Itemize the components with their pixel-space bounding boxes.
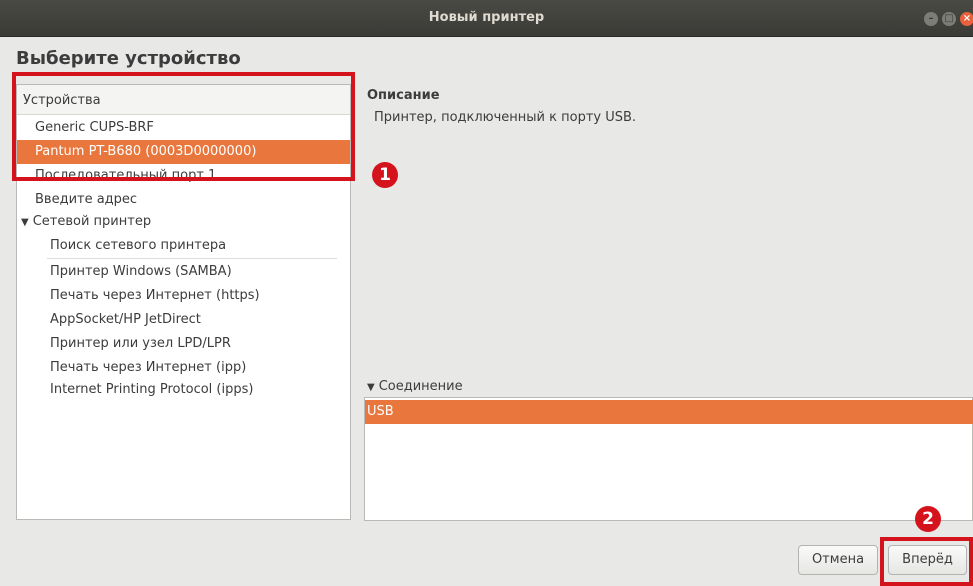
device-item-enter-address[interactable]: Введите адрес [17, 188, 350, 212]
network-item-ipp[interactable]: Печать через Интернет (ipp) [17, 356, 350, 380]
triangle-down-icon: ▼ [367, 382, 375, 393]
device-item-pantum[interactable]: Pantum PT-B680 (0003D0000000) [17, 140, 350, 164]
network-item-lpd[interactable]: Принтер или узел LPD/LPR [17, 332, 350, 356]
network-item-label: Печать через Интернет (https) [50, 288, 260, 303]
network-printer-group[interactable]: ▼ Сетевой принтер [17, 210, 350, 234]
device-list-header: Устройства [17, 85, 350, 115]
network-item-label: Internet Printing Protocol (ipps) [50, 382, 254, 397]
device-item-serial-port[interactable]: Последовательный порт 1 [17, 164, 350, 188]
close-icon[interactable]: × [960, 12, 973, 26]
step-2-badge: 2 [915, 506, 941, 532]
minimize-icon[interactable]: – [924, 12, 938, 26]
triangle-down-icon[interactable]: ▼ [21, 217, 29, 228]
network-item-label: Печать через Интернет (ipp) [50, 360, 247, 375]
cancel-button[interactable]: Отмена [798, 545, 878, 575]
network-item-label: Поиск сетевого принтера [50, 238, 227, 253]
title-bar: Новый принтер – □ × [0, 0, 973, 37]
description-label: Описание [367, 88, 440, 103]
connection-list: USB [364, 397, 973, 521]
description-text: Принтер, подключенный к порту USB. [374, 110, 637, 125]
network-item-label: AppSocket/HP JetDirect [50, 312, 201, 327]
device-item-label: Pantum PT-B680 (0003D0000000) [35, 144, 257, 159]
window-title: Новый принтер [428, 10, 545, 25]
forward-button[interactable]: Вперёд [888, 545, 967, 575]
device-list-header-label: Устройства [23, 93, 101, 108]
divider [47, 258, 337, 259]
network-item-samba[interactable]: Принтер Windows (SAMBA) [17, 260, 350, 284]
network-item-label: Принтер или узел LPD/LPR [50, 336, 231, 351]
page-title: Выберите устройство [16, 48, 241, 69]
connection-label: Соединение [378, 379, 463, 394]
device-list: Устройства Generic CUPS-BRF Pantum PT-B6… [16, 84, 351, 520]
network-item-appsocket[interactable]: AppSocket/HP JetDirect [17, 308, 350, 332]
step-1-badge: 1 [372, 162, 398, 188]
network-printer-group-label: Сетевой принтер [32, 214, 152, 229]
network-item-ipps[interactable]: Internet Printing Protocol (ipps) [17, 378, 350, 402]
network-item-search[interactable]: Поиск сетевого принтера [17, 234, 350, 258]
maximize-icon[interactable]: □ [942, 12, 956, 26]
device-item-label: Generic CUPS-BRF [35, 120, 154, 135]
device-item-label: Введите адрес [35, 192, 138, 207]
network-item-https[interactable]: Печать через Интернет (https) [17, 284, 350, 308]
device-item-generic-cups-brf[interactable]: Generic CUPS-BRF [17, 116, 350, 140]
connection-item-usb[interactable]: USB [365, 400, 973, 424]
connection-expander[interactable]: ▼ Соединение [367, 379, 463, 394]
network-item-label: Принтер Windows (SAMBA) [50, 264, 232, 279]
connection-item-label: USB [367, 404, 394, 419]
device-item-label: Последовательный порт 1 [35, 168, 217, 183]
